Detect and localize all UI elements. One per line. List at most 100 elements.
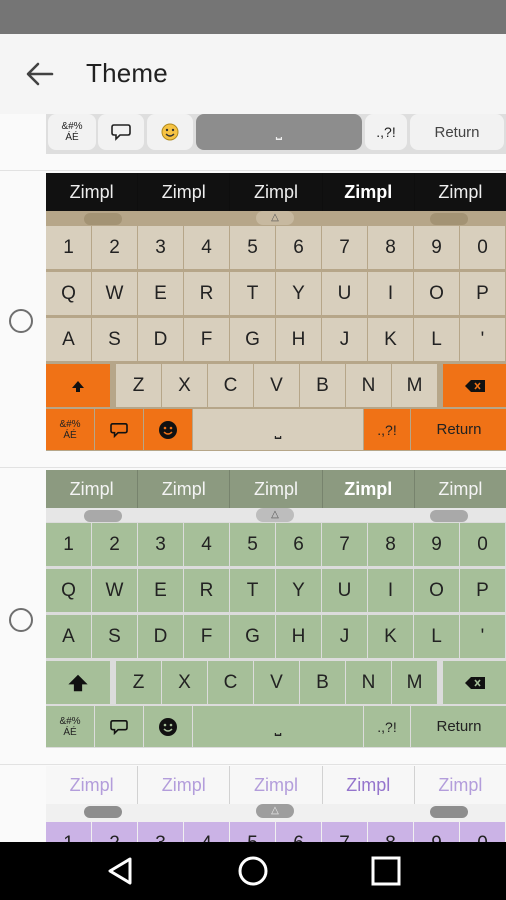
suggestion: Zimpl [323, 766, 415, 804]
key: W [92, 272, 137, 315]
key: G [230, 615, 275, 658]
key: D [138, 615, 183, 658]
key: M [392, 364, 437, 407]
suggestion: Zimpl [323, 173, 415, 211]
back-arrow-icon[interactable] [24, 60, 54, 88]
key: T [230, 272, 275, 315]
key: 6 [276, 822, 321, 842]
theme-radio-green[interactable] [9, 608, 33, 632]
backspace-key [443, 364, 506, 407]
key: 5 [230, 226, 275, 269]
key: 0 [460, 822, 505, 842]
status-bar [0, 0, 506, 34]
key: C [208, 364, 253, 407]
symbols-key: &#% ÁÉ [48, 114, 96, 150]
key: H [276, 318, 321, 361]
back-nav-icon[interactable] [104, 855, 136, 887]
key: 5 [230, 523, 275, 566]
return-key: Return [411, 409, 506, 450]
theme-item-top[interactable]: &#% ÁÉ ⎵ .,?! Return [0, 114, 506, 171]
theme-list[interactable]: &#% ÁÉ ⎵ .,?! Return Zimpl Zimpl Zimpl Z… [0, 114, 506, 842]
suggestion: Zimpl [438, 774, 483, 795]
key: K [368, 615, 413, 658]
key: 9 [414, 226, 459, 269]
key: ' [460, 318, 505, 361]
emoji-icon [144, 409, 192, 450]
key: 2 [92, 226, 137, 269]
key: ' [460, 615, 505, 658]
key: M [392, 661, 437, 704]
key: A [46, 615, 91, 658]
punctuation-key: .,?! [364, 409, 410, 450]
speech-bubble-icon [95, 409, 143, 450]
key: 4 [184, 523, 229, 566]
shift-icon [68, 674, 88, 691]
key: 7 [322, 523, 367, 566]
theme-item-purple[interactable]: Zimpl Zimpl Zimpl Zimpl Zimpl △ 1 2 3 4 … [0, 766, 506, 842]
symbols-key: &#% ÁÉ [46, 706, 94, 747]
key: F [184, 318, 229, 361]
navigation-bar [0, 842, 506, 900]
key: I [368, 569, 413, 612]
shift-key [46, 364, 110, 407]
punctuation-key: .,?! [364, 706, 410, 747]
space-key: ⎵ [196, 114, 362, 150]
key: D [138, 318, 183, 361]
key: R [184, 569, 229, 612]
key: 4 [184, 822, 229, 842]
key: L [414, 615, 459, 658]
return-key: Return [411, 706, 506, 747]
key: Z [116, 661, 161, 704]
suggestion: Zimpl [46, 470, 139, 508]
space-key: ⎵ [193, 409, 363, 450]
key: J [322, 318, 367, 361]
backspace-key [443, 661, 506, 704]
suggestion: Zimpl [438, 181, 483, 202]
key: 6 [276, 523, 321, 566]
suggestion: Zimpl [230, 173, 323, 211]
recents-nav-icon[interactable] [370, 855, 402, 887]
suggestion: Zimpl [138, 766, 231, 804]
key: N [346, 661, 391, 704]
key: B [300, 364, 345, 407]
theme-item-orange[interactable]: Zimpl Zimpl Zimpl Zimpl Zimpl △ 1 2 3 4 … [0, 171, 506, 468]
key: 2 [92, 523, 137, 566]
key: 0 [460, 523, 505, 566]
key: A [46, 318, 91, 361]
key: I [368, 272, 413, 315]
backspace-icon [465, 676, 485, 689]
key: T [230, 569, 275, 612]
key: 0 [460, 226, 505, 269]
suggestion: Zimpl [438, 478, 483, 499]
key: S [92, 318, 137, 361]
backspace-icon [465, 379, 485, 392]
home-nav-icon[interactable] [237, 855, 269, 887]
key: 8 [368, 822, 413, 842]
key: 3 [138, 822, 183, 842]
key: 4 [184, 226, 229, 269]
suggestion: Zimpl [230, 766, 323, 804]
key: 1 [46, 822, 91, 842]
key: B [300, 661, 345, 704]
key: X [162, 661, 207, 704]
keyboard-preview-green: Zimpl Zimpl Zimpl Zimpl Zimpl △ 1 2 3 4 … [46, 470, 506, 748]
key: R [184, 272, 229, 315]
suggestion: Zimpl [46, 766, 139, 804]
theme-item-green[interactable]: Zimpl Zimpl Zimpl Zimpl Zimpl △ 1 2 3 4 … [0, 468, 506, 765]
key: J [322, 615, 367, 658]
key: C [208, 661, 253, 704]
suggestion: Zimpl [138, 470, 231, 508]
theme-radio-orange[interactable] [9, 309, 33, 333]
shift-icon [72, 380, 84, 392]
key: E [138, 569, 183, 612]
key: 1 [46, 226, 91, 269]
key: X [162, 364, 207, 407]
space-key: ⎵ [193, 706, 363, 747]
key: N [346, 364, 391, 407]
key: 3 [138, 523, 183, 566]
key: 8 [368, 226, 413, 269]
keyboard-preview-top: &#% ÁÉ ⎵ .,?! Return [46, 114, 506, 154]
key: Q [46, 272, 91, 315]
keyboard-preview-purple: Zimpl Zimpl Zimpl Zimpl Zimpl △ 1 2 3 4 … [46, 766, 506, 842]
key: 8 [368, 523, 413, 566]
